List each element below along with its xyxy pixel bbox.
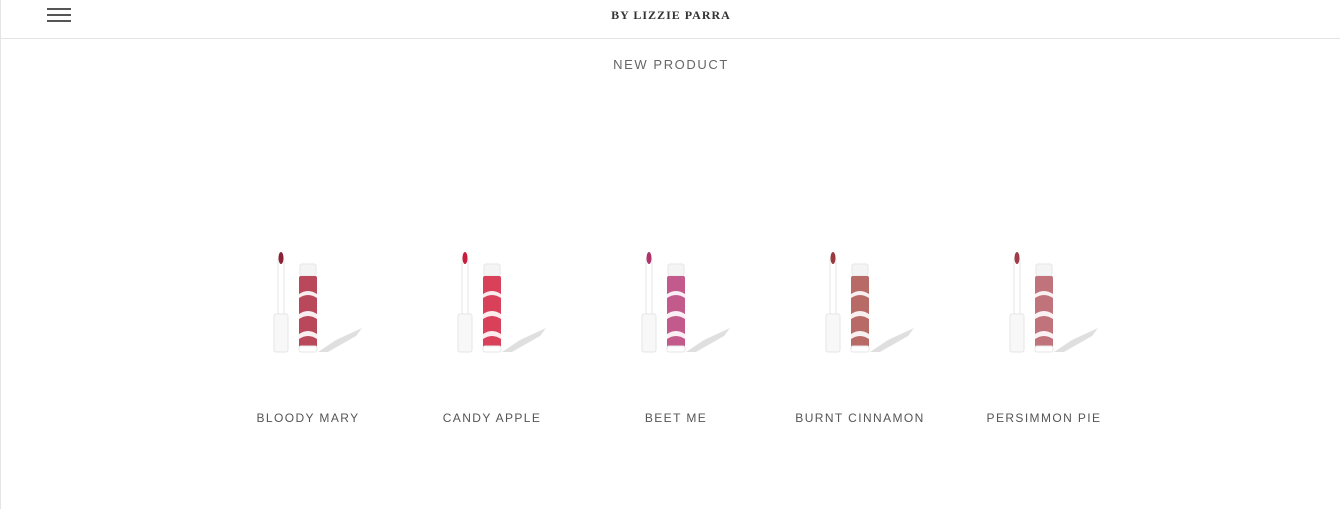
wand — [1009, 252, 1025, 353]
product-image[interactable] — [256, 248, 366, 358]
product-image[interactable] — [992, 248, 1102, 358]
lipstick-shadow — [318, 328, 362, 352]
tube — [1034, 263, 1054, 353]
lipstick-shadow — [870, 328, 914, 352]
lipstick-shadow — [502, 328, 546, 352]
wand — [273, 252, 289, 353]
top-header: BY LIZZIE PARRA — [1, 0, 1340, 39]
page: BY LIZZIE PARRA NEW PRODUCT BLOODY MARY … — [0, 0, 1340, 509]
product-card[interactable]: BEET ME — [584, 240, 768, 440]
product-image[interactable] — [808, 248, 918, 358]
product-image[interactable] — [624, 248, 734, 358]
tube — [298, 263, 318, 353]
wand — [641, 252, 657, 353]
lipstick-shadow — [686, 328, 730, 352]
section-title: NEW PRODUCT — [613, 57, 729, 72]
product-name[interactable]: CANDY APPLE — [400, 411, 584, 425]
product-name[interactable]: BEET ME — [584, 411, 768, 425]
product-image[interactable] — [440, 248, 550, 358]
product-card[interactable]: CANDY APPLE — [400, 240, 584, 440]
tube — [850, 263, 870, 353]
product-name[interactable]: PERSIMMON PIE — [952, 411, 1136, 425]
tube — [482, 263, 502, 353]
wand — [457, 252, 473, 353]
product-card[interactable]: BURNT CINNAMON — [768, 240, 952, 440]
lipstick-shadow — [1054, 328, 1098, 352]
product-card[interactable]: BLOODY MARY — [216, 240, 400, 440]
brand-logo[interactable]: BY LIZZIE PARRA — [1, 8, 1340, 23]
wand — [825, 252, 841, 353]
product-card[interactable]: PERSIMMON PIE — [952, 240, 1136, 440]
product-name[interactable]: BLOODY MARY — [216, 411, 400, 425]
product-name[interactable]: BURNT CINNAMON — [768, 411, 952, 425]
tube — [666, 263, 686, 353]
product-grid: BLOODY MARY CANDY APPLE BEET ME BURNT CI… — [216, 240, 1136, 440]
